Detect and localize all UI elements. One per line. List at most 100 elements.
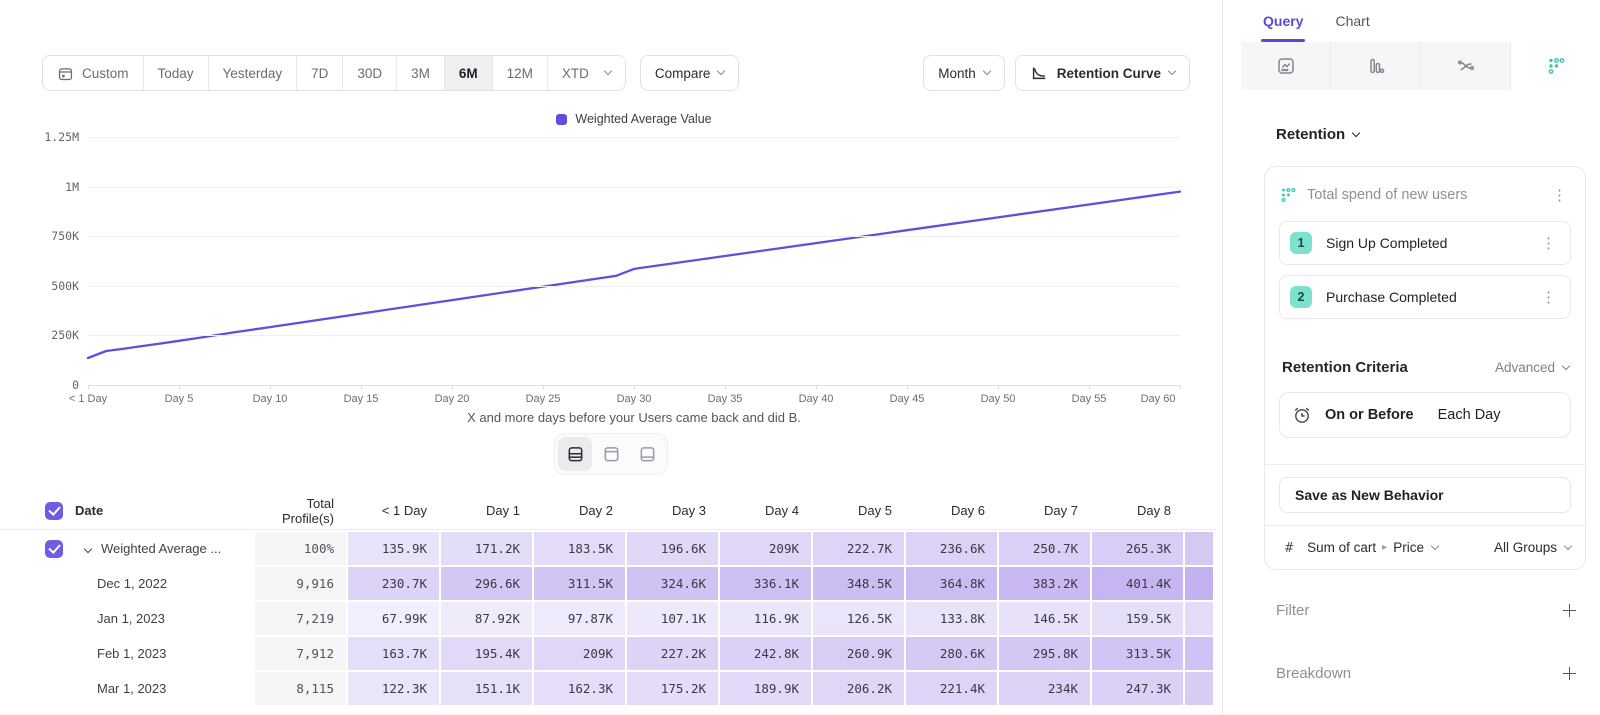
- chart-legend[interactable]: Weighted Average Value: [88, 112, 1180, 126]
- insights-icon: [1276, 56, 1296, 76]
- behavior-title: Total spend of new users: [1307, 187, 1548, 203]
- granularity-dropdown[interactable]: Month: [923, 55, 1005, 91]
- table-row[interactable]: Mar 1, 20238,115122.3K151.1K162.3K175.2K…: [0, 672, 1216, 705]
- condition-operator: On or Before: [1325, 407, 1414, 423]
- row-label: Mar 1, 2023: [97, 681, 166, 696]
- row-label-cell: Dec 1, 2022: [0, 567, 253, 600]
- total-profiles-cell: 7,219: [255, 602, 346, 635]
- retention-value-cell: 175.2K: [627, 672, 718, 705]
- kebab-menu-icon[interactable]: ⋮: [1537, 234, 1560, 252]
- step-sign-up-completed[interactable]: 1 Sign Up Completed ⋮: [1279, 221, 1571, 265]
- tab-query[interactable]: Query: [1263, 0, 1303, 42]
- retention-line-chart: 1.25M1M750K500K250K0< 1 DayDay 5Day 10Da…: [88, 137, 1180, 385]
- range-yesterday[interactable]: Yesterday: [208, 56, 297, 90]
- tab-retention[interactable]: [1510, 42, 1600, 90]
- retention-value-cell: 236.6K: [906, 532, 997, 565]
- view-toggles: [0, 433, 1222, 475]
- retention-value-cell: 159.5K: [1092, 602, 1183, 635]
- numeric-property-icon: #: [1285, 540, 1293, 556]
- groups-dropdown[interactable]: All Groups: [1494, 540, 1571, 555]
- x-axis-tick-mark: [270, 385, 271, 389]
- kebab-menu-icon[interactable]: ⋮: [1548, 186, 1571, 204]
- table-row[interactable]: Weighted Average ...100%135.9K171.2K183.…: [0, 532, 1216, 565]
- x-axis-tick-label: Day 20: [435, 393, 470, 405]
- toggle-table-only[interactable]: [630, 437, 664, 471]
- retention-value-cell: 189.9K: [720, 672, 811, 705]
- gridline: [88, 137, 1180, 138]
- chevron-down-icon: [1352, 128, 1360, 136]
- range-label: Custom: [82, 66, 129, 81]
- x-axis-tick-label: Day 25: [526, 393, 561, 405]
- split-view-icon: [566, 445, 585, 464]
- tab-chart[interactable]: Chart: [1335, 0, 1369, 42]
- y-axis-tick-label: 750K: [51, 229, 79, 243]
- table-row[interactable]: Jan 1, 20237,21967.99K87.92K97.87K107.1K…: [0, 602, 1216, 635]
- retention-value-cell: 280.6K: [906, 637, 997, 670]
- measure-property-dropdown[interactable]: Sum of cart ▸ Price: [1307, 540, 1438, 555]
- retention-value-cell: 401.4K: [1092, 567, 1183, 600]
- select-all-checkbox[interactable]: [45, 502, 63, 520]
- range-3m[interactable]: 3M: [396, 56, 444, 90]
- total-profiles-cell: 100%: [255, 532, 346, 565]
- x-axis-tick-mark: [907, 385, 908, 389]
- compare-button[interactable]: Compare: [640, 55, 740, 91]
- retention-value-cell: 209K: [720, 532, 811, 565]
- range-custom[interactable]: Custom: [43, 56, 143, 90]
- condition-timeframe: Each Day: [1438, 407, 1501, 423]
- retention-value-cell: 348.5K: [813, 567, 904, 600]
- gridline: [88, 187, 1180, 188]
- retention-value-cell: 87.92K: [441, 602, 532, 635]
- add-filter-icon[interactable]: [1563, 604, 1576, 617]
- row-checkbox[interactable]: [45, 540, 63, 558]
- toggle-chart-and-table[interactable]: [558, 437, 592, 471]
- retention-value-cell: 151.1K: [441, 672, 532, 705]
- x-axis-tick-mark: [179, 385, 180, 389]
- measure-row: # Sum of cart ▸ Price All Groups: [1265, 525, 1585, 569]
- legend-swatch: [556, 114, 567, 125]
- table-row[interactable]: Dec 1, 20229,916230.7K296.6K311.5K324.6K…: [0, 567, 1216, 600]
- retention-value-cell: 265.3K: [1092, 532, 1183, 565]
- column-header: Day 2: [534, 503, 625, 518]
- toggle-chart-only[interactable]: [594, 437, 628, 471]
- criteria-mode-dropdown[interactable]: Advanced: [1495, 360, 1569, 375]
- kebab-menu-icon[interactable]: ⋮: [1537, 288, 1560, 306]
- report-section-dropdown[interactable]: Retention: [1276, 126, 1586, 143]
- tab-insights[interactable]: [1241, 42, 1330, 90]
- range-xtd[interactable]: XTD: [547, 56, 625, 90]
- step-purchase-completed[interactable]: 2 Purchase Completed ⋮: [1279, 275, 1571, 319]
- retention-value-cell: 250.7K: [999, 532, 1090, 565]
- range-6m-selected[interactable]: 6M: [444, 56, 492, 90]
- date-range-group: Custom Today Yesterday 7D 30D 3M 6M 12M …: [42, 55, 626, 91]
- range-today[interactable]: Today: [143, 56, 208, 90]
- tab-funnels[interactable]: [1330, 42, 1420, 90]
- funnels-icon: [1366, 56, 1386, 76]
- expand-chevron-icon[interactable]: [84, 544, 92, 552]
- chart-type-dropdown[interactable]: Retention Curve: [1015, 55, 1190, 91]
- table-header-date: Date: [0, 502, 253, 520]
- x-axis-tick-mark: [725, 385, 726, 389]
- save-as-new-behavior-button[interactable]: Save as New Behavior: [1279, 477, 1571, 513]
- x-axis-tick-label: Day 45: [890, 393, 925, 405]
- retention-value-cell: 116.9K: [720, 602, 811, 635]
- breakdown-label: Breakdown: [1276, 665, 1563, 682]
- range-12m[interactable]: 12M: [492, 56, 547, 90]
- x-axis-tick-mark: [634, 385, 635, 389]
- range-7d[interactable]: 7D: [296, 56, 342, 90]
- filter-section: Filter: [1276, 602, 1576, 619]
- column-header: < 1 Day: [348, 503, 439, 518]
- retention-value-cell: 135.9K: [348, 532, 439, 565]
- criteria-condition-box[interactable]: On or Before Each Day: [1279, 392, 1571, 438]
- retention-value-cell: 296.6K: [441, 567, 532, 600]
- column-header: Day 1: [441, 503, 532, 518]
- retention-value-cell: 163.7K: [348, 637, 439, 670]
- gridline: [88, 335, 1180, 336]
- retention-value-cell: 383.2K: [999, 567, 1090, 600]
- x-axis-tick-mark: [998, 385, 999, 389]
- range-30d[interactable]: 30D: [342, 56, 396, 90]
- card-divider: [1265, 464, 1585, 465]
- tab-flows[interactable]: [1420, 42, 1510, 90]
- add-breakdown-icon[interactable]: [1563, 667, 1576, 680]
- behavior-card: Total spend of new users ⋮ 1 Sign Up Com…: [1264, 166, 1586, 570]
- retention-value-cell: 227.2K: [627, 637, 718, 670]
- table-row[interactable]: Feb 1, 20237,912163.7K195.4K209K227.2K24…: [0, 637, 1216, 670]
